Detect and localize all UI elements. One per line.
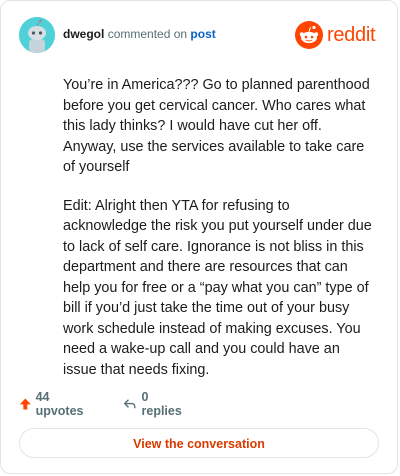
embedded-comment-card: dwegol commented on post reddit You’re i… <box>0 0 398 474</box>
comment-paragraph: Edit: Alright then YTA for refusing to a… <box>63 197 372 378</box>
view-conversation-button[interactable]: View the conversation <box>19 428 379 458</box>
reddit-wordmark: reddit <box>327 24 376 46</box>
upvotes-stat[interactable]: 44 upvotes <box>19 390 87 418</box>
comment-meta: dwegol commented on post <box>63 27 216 41</box>
reply-arrow-icon <box>124 399 136 409</box>
reddit-logo[interactable]: reddit <box>295 21 379 49</box>
reddit-logo-icon <box>295 21 323 49</box>
upvotes-count: 44 upvotes <box>35 390 84 418</box>
commented-on-label: commented on <box>107 27 188 41</box>
comment-body: You’re in America??? Go to planned paren… <box>63 75 373 398</box>
upvote-arrow-icon <box>19 398 31 410</box>
snoo-avatar-icon[interactable] <box>19 17 55 53</box>
post-link[interactable]: post <box>190 27 215 41</box>
username-link[interactable]: dwegol <box>63 27 104 41</box>
comment-paragraph: You’re in America??? Go to planned paren… <box>63 77 370 175</box>
replies-stat[interactable]: 0 replies <box>123 390 184 418</box>
replies-count: 0 replies <box>141 390 182 418</box>
comment-header: dwegol commented on post reddit <box>19 17 379 53</box>
